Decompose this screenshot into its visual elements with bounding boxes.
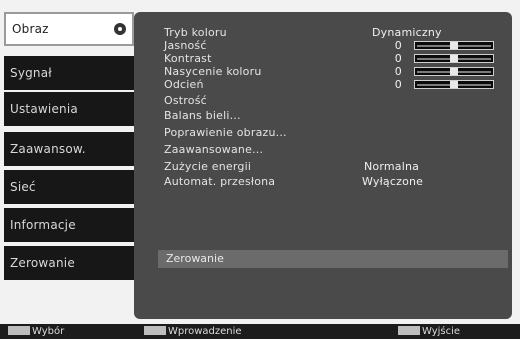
sidebar-item-label: Zaawansow. bbox=[10, 142, 86, 156]
sidebar-item-label: Sieć bbox=[10, 180, 36, 194]
setting-label: Zużycie energii bbox=[164, 160, 252, 173]
sidebar-item-informacje[interactable]: Informacje bbox=[4, 208, 134, 242]
reset-row[interactable]: Zerowanie bbox=[158, 250, 508, 268]
setting-automat-przeslona[interactable]: Automat. przesłona Wyłączone bbox=[164, 175, 504, 189]
setting-label: Jasność bbox=[164, 39, 207, 52]
reset-label: Zerowanie bbox=[166, 252, 224, 265]
setting-label: Kontrast bbox=[164, 52, 212, 65]
esc-key-icon bbox=[8, 325, 30, 335]
setting-zuzycie-energii[interactable]: Zużycie energii Normalna bbox=[164, 160, 504, 174]
sidebar-item-zerowanie[interactable]: Zerowanie bbox=[4, 246, 134, 280]
sidebar-item-label: Zerowanie bbox=[10, 256, 75, 270]
setting-label: Odcień bbox=[164, 78, 204, 91]
footer-select-hint: Wybór bbox=[8, 324, 64, 339]
setting-number: 0 bbox=[394, 52, 402, 65]
selected-indicator-icon bbox=[114, 23, 126, 35]
setting-value: Normalna bbox=[364, 160, 420, 173]
setting-label: Zaawansowane... bbox=[164, 143, 264, 156]
setting-tryb-koloru[interactable]: Tryb koloru Dynamiczny bbox=[164, 26, 504, 40]
footer-select-label: Wybór bbox=[32, 326, 65, 337]
slider-thumb-icon[interactable] bbox=[450, 55, 458, 62]
setting-label: Automat. przesłona bbox=[164, 175, 276, 188]
setting-slider[interactable] bbox=[414, 54, 494, 63]
footer-exit-hint: Wyjście bbox=[398, 324, 460, 339]
setting-slider[interactable] bbox=[414, 67, 494, 76]
sidebar-item-label: Informacje bbox=[10, 218, 76, 232]
setting-label: Nasycenie koloru bbox=[164, 65, 262, 78]
setting-label: Ostrość bbox=[164, 94, 207, 107]
footer-enter-hint: Wprowadzenie bbox=[144, 324, 242, 339]
setting-kontrast[interactable]: Kontrast 0 bbox=[164, 52, 504, 66]
footer-exit-label: Wyjście bbox=[422, 326, 461, 337]
sidebar-item-label: Sygnał bbox=[10, 66, 52, 80]
setting-value: Wyłączone bbox=[362, 175, 424, 188]
setting-label: Balans bieli... bbox=[164, 109, 241, 122]
sidebar-item-label: Ustawienia bbox=[10, 102, 78, 116]
sidebar-item-obraz[interactable]: Obraz bbox=[4, 12, 134, 46]
setting-label: Poprawienie obrazu... bbox=[164, 126, 287, 139]
sidebar-item-sygnal[interactable]: Sygnał bbox=[4, 56, 134, 90]
setting-ostrosc[interactable]: Ostrość bbox=[164, 94, 504, 108]
sidebar-item-ustawienia[interactable]: Ustawienia bbox=[4, 92, 134, 126]
setting-balans-bieli[interactable]: Balans bieli... bbox=[164, 109, 504, 123]
sidebar-item-label: Obraz bbox=[12, 22, 49, 36]
slider-thumb-icon[interactable] bbox=[450, 42, 458, 49]
setting-number: 0 bbox=[394, 65, 402, 78]
setting-number: 0 bbox=[394, 39, 402, 52]
setting-odcien[interactable]: Odcień 0 bbox=[164, 78, 504, 92]
menu-key-icon bbox=[398, 325, 420, 335]
enter-key-icon bbox=[144, 325, 166, 335]
setting-jasnosc[interactable]: Jasność 0 bbox=[164, 39, 504, 53]
setting-slider[interactable] bbox=[414, 41, 494, 50]
setting-value: Dynamiczny bbox=[372, 26, 442, 39]
sidebar-item-siec[interactable]: Sieć bbox=[4, 170, 134, 204]
slider-thumb-icon[interactable] bbox=[450, 68, 458, 75]
footer-help-bar: Wybór Wprowadzenie Wyjście bbox=[0, 324, 520, 339]
setting-slider[interactable] bbox=[414, 80, 494, 89]
sidebar-item-zaawansowane[interactable]: Zaawansow. bbox=[4, 132, 134, 166]
footer-enter-label: Wprowadzenie bbox=[168, 326, 242, 337]
slider-thumb-icon[interactable] bbox=[450, 81, 458, 88]
setting-label: Tryb koloru bbox=[164, 26, 227, 39]
setting-nasycenie-koloru[interactable]: Nasycenie koloru 0 bbox=[164, 65, 504, 79]
setting-number: 0 bbox=[394, 78, 402, 91]
setting-poprawienie-obrazu[interactable]: Poprawienie obrazu... bbox=[164, 126, 504, 140]
setting-zaawansowane[interactable]: Zaawansowane... bbox=[164, 143, 504, 157]
sidebar: Obraz Sygnał Ustawienia Zaawansow. Sieć … bbox=[4, 12, 134, 319]
